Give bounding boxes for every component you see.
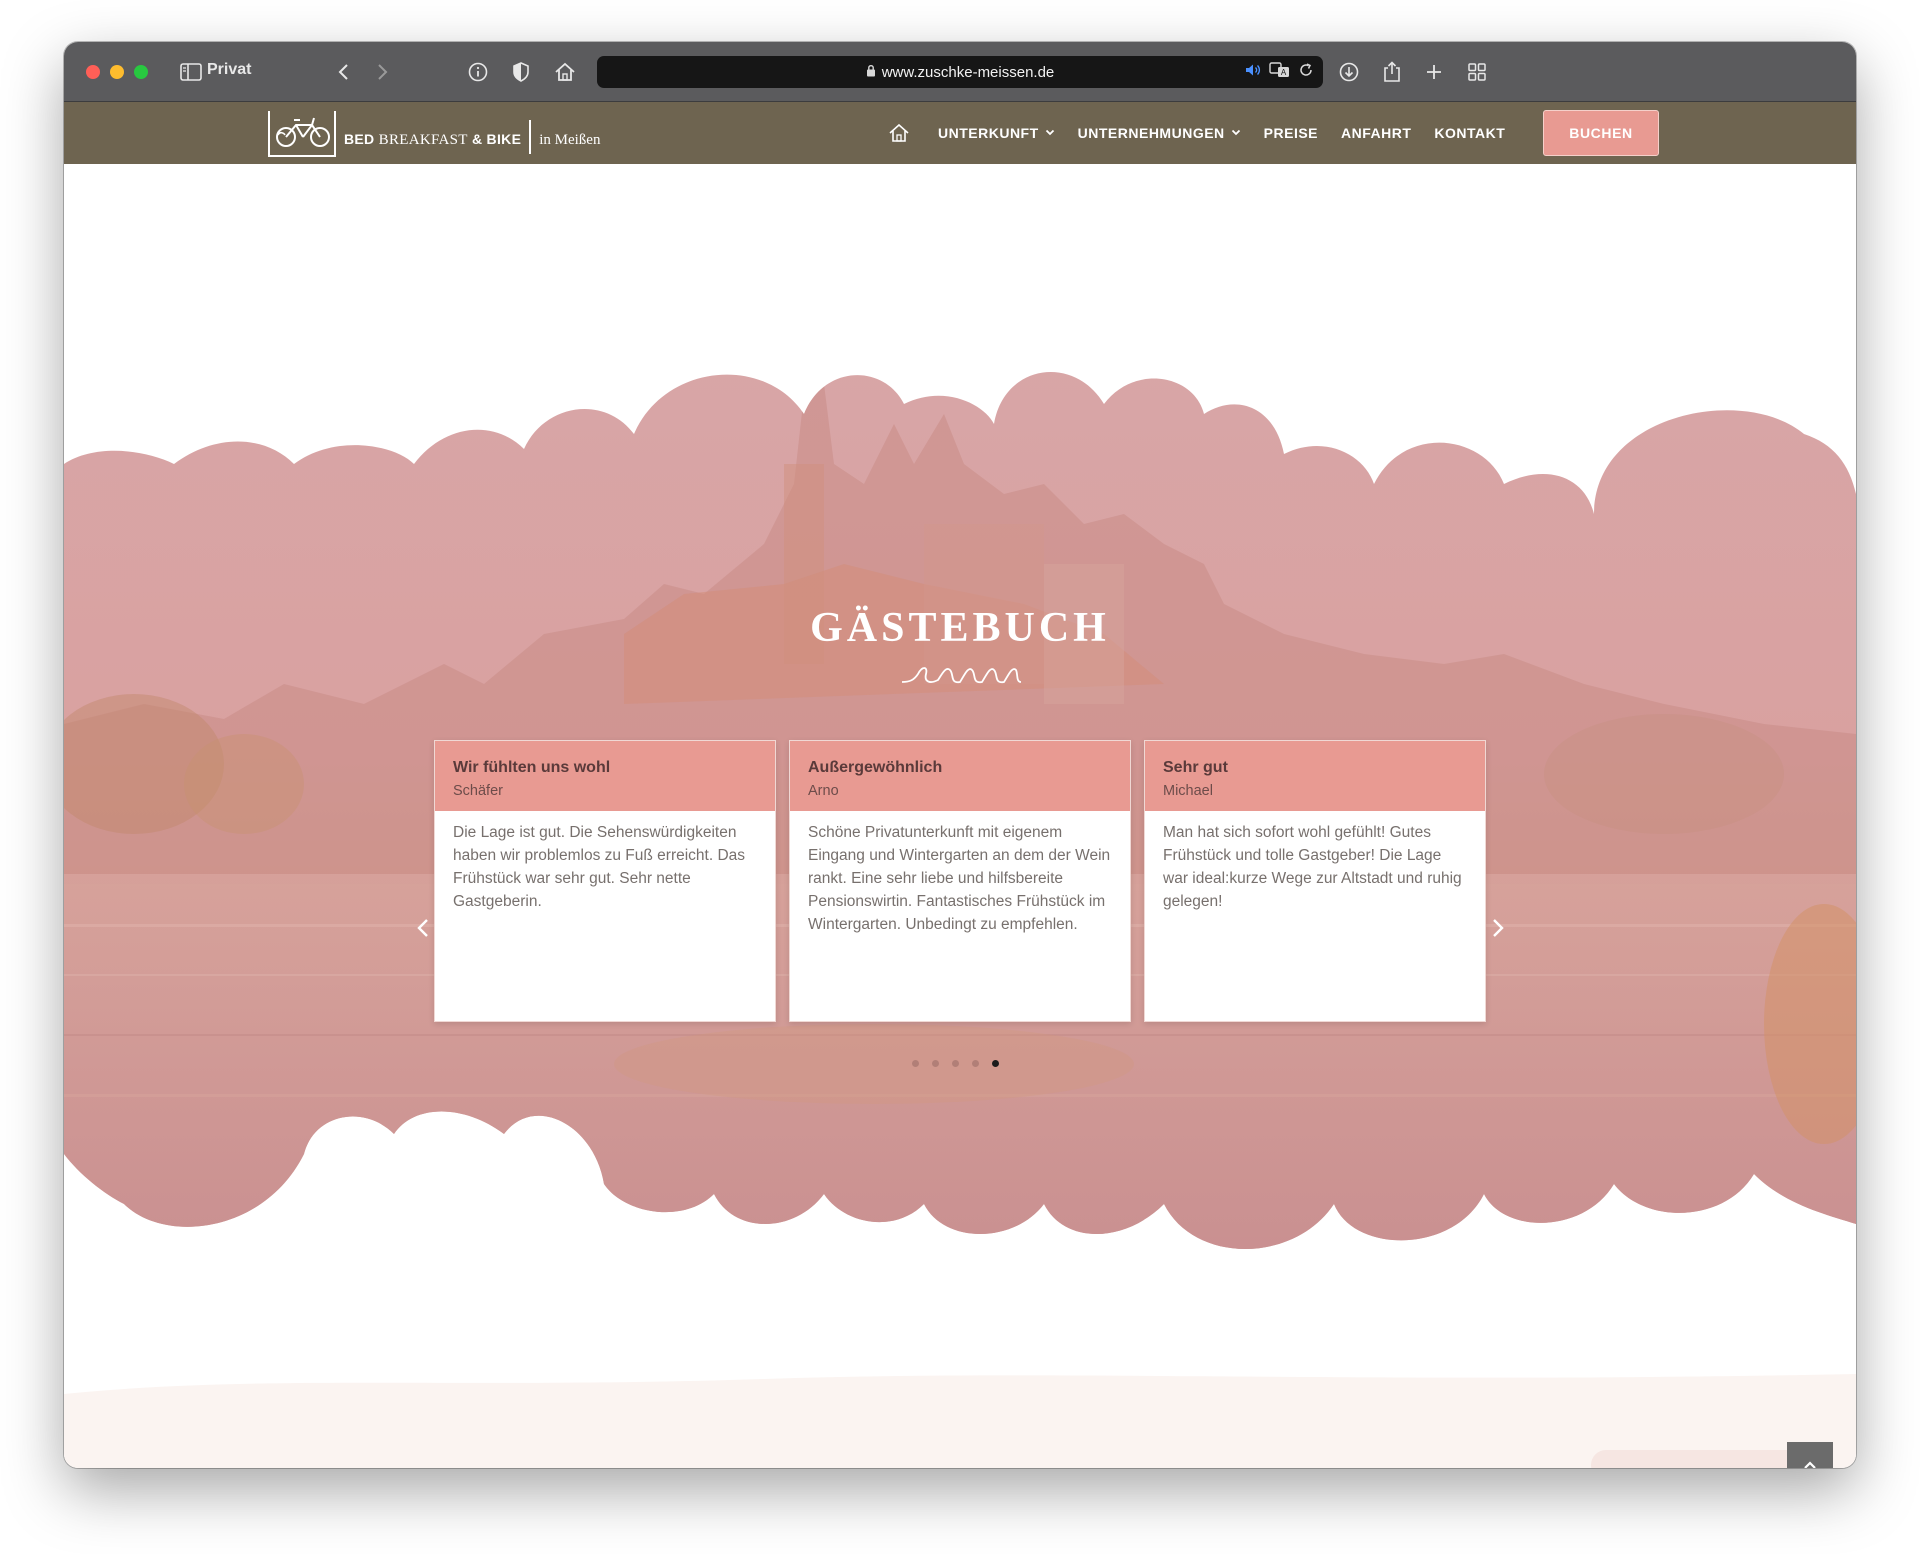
guestbook-carousel: Wir fühlten uns wohl Schäfer Die Lage is… (434, 740, 1486, 1022)
bicycle-bed-icon (268, 111, 336, 157)
address-bar[interactable]: www.zuschke-meissen.de A (597, 56, 1323, 88)
card-text: Die Lage ist gut. Die Sehenswürdigkeiten… (453, 824, 746, 910)
private-mode-label: Privat (207, 61, 252, 78)
page-content: GÄSTEBUCH Wir fühlten uns wohl Schäfer D… (64, 164, 1856, 1468)
carousel-pagination (912, 1060, 999, 1067)
site-logo[interactable]: BED BREAKFAST & BIKE in Meißen (268, 110, 600, 158)
logo-text-bed: BED (344, 131, 379, 147)
sidebar-toggle-icon[interactable] (177, 58, 205, 86)
close-window-button[interactable] (86, 65, 100, 79)
logo-text-bike: & BIKE (467, 131, 522, 147)
lock-icon (866, 64, 876, 80)
window-controls (86, 65, 148, 79)
tab-overview-icon[interactable] (1463, 58, 1491, 86)
nav-item-unternehmungen[interactable]: UNTERNEHMUNGEN (1078, 125, 1241, 141)
card-author: Michael (1163, 783, 1213, 799)
site-navbar: BED BREAKFAST & BIKE in Meißen UNTERKUNF… (64, 102, 1856, 164)
card-header: Sehr gut Michael (1145, 741, 1485, 811)
back-icon[interactable] (329, 58, 357, 86)
browser-window: Privat www.zuschke-meissen.de A BED BREA… (64, 42, 1856, 1468)
info-icon[interactable] (464, 58, 492, 86)
nav-item-unterkunft[interactable]: UNTERKUNFT (938, 125, 1055, 141)
browser-toolbar: Privat www.zuschke-meissen.de A (64, 42, 1856, 102)
share-icon[interactable] (1378, 58, 1406, 86)
logo-divider (529, 120, 532, 154)
chevron-up-icon (1804, 1461, 1816, 1468)
nav-item-anfahrt[interactable]: ANFAHRT (1341, 125, 1411, 141)
nav-item-label: UNTERNEHMUNGEN (1077, 125, 1225, 141)
carousel-dot-5[interactable] (992, 1060, 999, 1067)
zoom-window-button[interactable] (134, 65, 148, 79)
book-button[interactable]: BUCHEN (1543, 110, 1659, 156)
carousel-dot-3[interactable] (952, 1060, 959, 1067)
url-text: www.zuschke-meissen.de (881, 63, 1055, 81)
card-author: Arno (808, 783, 839, 799)
minimize-window-button[interactable] (110, 65, 124, 79)
home-icon[interactable] (888, 122, 910, 144)
carousel-dot-4[interactable] (972, 1060, 979, 1067)
translate-icon[interactable]: A (1269, 62, 1291, 82)
speaker-icon[interactable] (1245, 63, 1261, 81)
carousel-next-icon[interactable] (1486, 912, 1510, 944)
forward-icon[interactable] (369, 58, 397, 86)
scroll-to-top-button[interactable] (1787, 1442, 1833, 1468)
main-menu: UNTERKUNFT UNTERNEHMUNGEN PREISE ANFAHRT… (888, 102, 1528, 164)
carousel-prev-icon[interactable] (411, 912, 435, 944)
carousel-dot-1[interactable] (912, 1060, 919, 1067)
card-author: Schäfer (453, 783, 503, 799)
privacy-shield-icon[interactable] (507, 58, 535, 86)
guestbook-card: Sehr gut Michael Man hat sich sofort woh… (1144, 740, 1486, 1022)
card-text: Man hat sich sofort wohl gefühlt! Gutes … (1163, 824, 1462, 910)
nav-item-kontakt[interactable]: KONTAKT (1434, 125, 1505, 141)
nav-item-preise[interactable]: PREISE (1264, 125, 1318, 141)
home-browser-icon[interactable] (551, 58, 579, 86)
nav-item-label: UNTERKUNFT (938, 125, 1039, 141)
chevron-down-icon (1045, 128, 1055, 139)
loop-ornament-icon (901, 667, 1022, 684)
guestbook-card: Außergewöhnlich Arno Schöne Privatunterk… (789, 740, 1131, 1022)
card-header: Außergewöhnlich Arno (790, 741, 1130, 811)
guestbook-title: GÄSTEBUCH (810, 605, 1110, 651)
card-title: Sehr gut (1163, 759, 1228, 776)
card-title: Außergewöhnlich (808, 759, 943, 776)
card-title: Wir fühlten uns wohl (453, 759, 611, 776)
chevron-down-icon (1231, 128, 1241, 139)
logo-text-breakfast: BREAKFAST (378, 132, 468, 148)
logo-city: in Meißen (539, 131, 601, 148)
svg-text:A: A (1281, 68, 1287, 77)
new-tab-icon[interactable] (1420, 58, 1448, 86)
card-text: Schöne Privatunterkunft mit eigenem Eing… (808, 824, 1111, 933)
guestbook-card: Wir fühlten uns wohl Schäfer Die Lage is… (434, 740, 776, 1022)
carousel-dot-2[interactable] (932, 1060, 939, 1067)
reload-icon[interactable] (1299, 63, 1313, 81)
card-header: Wir fühlten uns wohl Schäfer (435, 741, 775, 811)
download-icon[interactable] (1335, 58, 1363, 86)
